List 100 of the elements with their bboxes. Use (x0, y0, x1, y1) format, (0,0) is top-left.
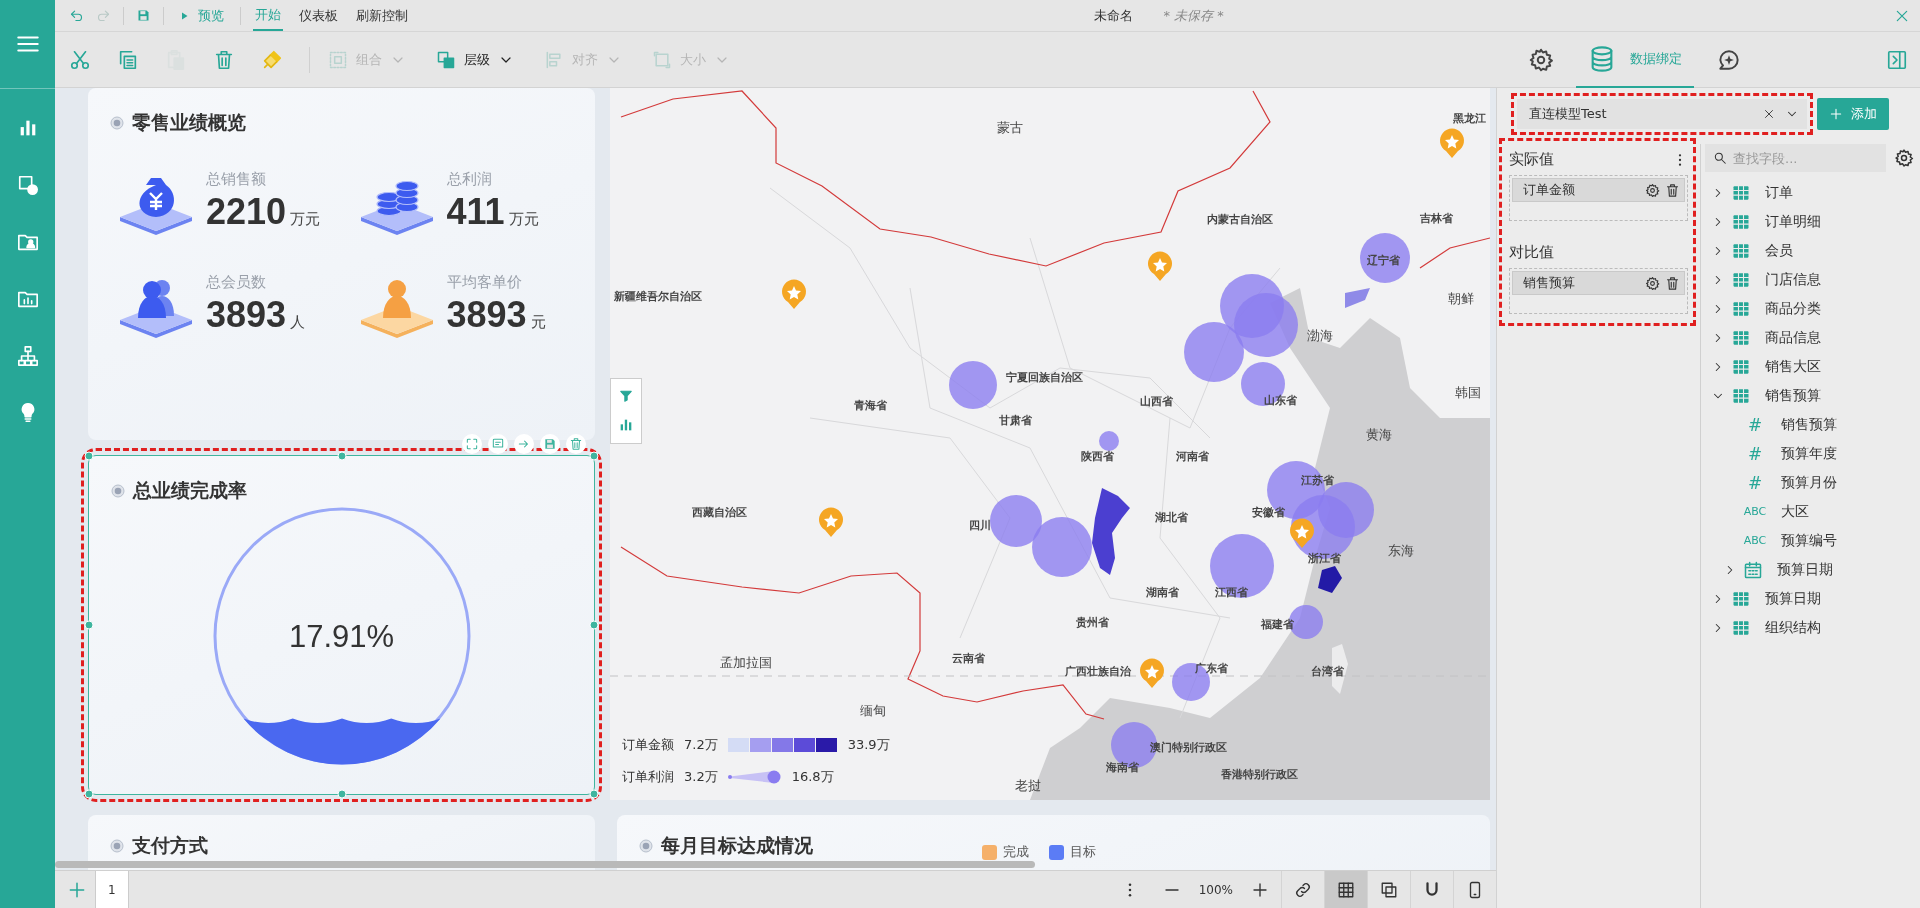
resize-handle[interactable] (589, 451, 599, 461)
comment-icon[interactable] (488, 434, 508, 454)
size-scale-drawing (727, 770, 782, 784)
tree-item[interactable]: ABC 预算编号 (1743, 531, 1837, 550)
zoom-in-icon[interactable] (1251, 880, 1269, 899)
scissors-icon[interactable] (69, 48, 91, 71)
save-icon[interactable] (136, 8, 151, 23)
align-icon (544, 49, 564, 70)
tab[interactable]: 仪表板 (297, 0, 340, 31)
tree-item[interactable]: ABC 大区 (1743, 502, 1809, 521)
star-pin-icon (1148, 251, 1172, 281)
kpi-label: 平均客单价 (446, 273, 523, 292)
tree-item[interactable]: 订单明细 (1731, 211, 1821, 232)
data-bubble (1184, 322, 1244, 382)
tree-item[interactable]: 门店信息 (1731, 269, 1821, 290)
map-label: 湖南省 (1146, 586, 1180, 601)
map-label: 缅甸 (859, 701, 886, 720)
map-label: 甘肃省 (998, 413, 1032, 428)
tree-item[interactable]: 预算日期 (1731, 588, 1821, 609)
hierarchy-icon[interactable] (16, 344, 39, 367)
plus-icon (1829, 107, 1843, 121)
map-label: 吉林省 (1420, 211, 1454, 226)
percentage-value: 17.91% (288, 619, 395, 655)
grid-button[interactable] (1324, 870, 1367, 908)
kpi-unit: 人 (290, 313, 306, 331)
kpi-value: 2210 (206, 191, 287, 232)
tree-item[interactable]: 会员 (1731, 240, 1793, 261)
type-label: # (1746, 414, 1764, 435)
star-pin-icon (1440, 128, 1464, 158)
card-title: 零售业绩概览 (132, 110, 246, 135)
legend-label: 订单利润 (622, 768, 674, 786)
tree-item[interactable]: 组织结构 (1731, 617, 1821, 638)
map-label: 宁夏回族自治区 (1006, 370, 1084, 385)
resize-handle[interactable] (84, 451, 94, 461)
zoom-level: 100% (1198, 882, 1233, 897)
map-label: 云南省 (952, 652, 986, 667)
map-label: 河南省 (1176, 450, 1210, 464)
kpi-unit: 万元 (290, 210, 321, 228)
card-title: 支付方式 (132, 833, 208, 858)
trash-icon[interactable] (566, 434, 586, 454)
resize-handle[interactable] (589, 620, 599, 630)
type-label: # (1746, 443, 1764, 464)
tree-item[interactable]: 商品分类 (1731, 298, 1821, 319)
kpi-label: 总会员数 (206, 273, 267, 292)
legend-max: 16.8万 (791, 768, 834, 786)
page-tab[interactable]: 1 (95, 870, 129, 908)
search-field[interactable]: 查找字段... (1705, 144, 1886, 172)
map-label: 新疆维吾尔自治区 (614, 290, 702, 305)
resize-handle[interactable] (337, 789, 346, 799)
data-bubble (949, 361, 997, 409)
filter-icon[interactable] (619, 389, 633, 403)
map-label: 蒙古 (997, 119, 1024, 138)
undo-icon[interactable] (69, 8, 84, 23)
bar-chart-icon[interactable] (618, 417, 634, 433)
tree-item[interactable]: # 预算月份 (1743, 472, 1837, 493)
clear-icon[interactable] (1763, 108, 1775, 120)
tree-item[interactable]: # 预算年度 (1743, 443, 1837, 464)
kpi-value: 3893 (446, 294, 527, 335)
settings-icon[interactable] (1645, 275, 1660, 291)
map-label: 香港特别行政区 (1220, 768, 1298, 782)
settings-icon[interactable] (1645, 182, 1660, 198)
tree-item[interactable]: 销售大区 (1731, 356, 1821, 377)
map-label: 老挝 (1014, 777, 1041, 796)
legend-label: 订单金额 (622, 736, 674, 754)
layers-dropdown[interactable]: 层级 (434, 45, 516, 74)
field-chip[interactable]: 订单金额 (1512, 178, 1685, 202)
expand-icon[interactable] (462, 434, 482, 454)
copy-icon[interactable] (117, 48, 139, 71)
save-icon[interactable] (540, 434, 560, 454)
search-icon (1713, 151, 1727, 165)
horizontal-scrollbar[interactable] (55, 861, 1035, 868)
data-bubble (1360, 233, 1410, 283)
layers-icon (436, 49, 456, 70)
tree-item[interactable]: 预算日期 (1743, 559, 1833, 580)
resize-handle[interactable] (84, 620, 94, 630)
star-pin-icon (1290, 518, 1314, 548)
trash-icon[interactable] (1665, 275, 1680, 291)
kpi-unit: 万元 (508, 210, 539, 228)
panel-toggle-icon[interactable] (1886, 48, 1908, 71)
map-label: 陕西省 (1080, 450, 1114, 464)
resize-handle[interactable] (84, 789, 94, 799)
data-bubble (1234, 293, 1298, 357)
bullet-icon (639, 839, 653, 853)
map-label: 青海省 (854, 399, 888, 414)
resize-handle[interactable] (337, 451, 346, 461)
legend-min: 3.2万 (684, 768, 718, 786)
map-label: 江苏省 (1301, 474, 1335, 489)
tree-item[interactable]: 订单 (1731, 182, 1793, 203)
tree-item[interactable]: # 销售预算 (1743, 414, 1837, 435)
resize-handle[interactable] (589, 789, 599, 799)
shapes-icon[interactable] (16, 173, 39, 196)
trash-icon[interactable] (1665, 182, 1680, 198)
island-shape (1332, 644, 1348, 694)
field-chip[interactable]: 销售预算 (1512, 271, 1685, 295)
tree-item[interactable]: 销售预算 (1731, 385, 1821, 406)
tree-item[interactable]: 商品信息 (1731, 327, 1821, 348)
tab[interactable]: 刷新控制 (354, 0, 410, 31)
map-label: 澳门特别行政区 (1149, 741, 1227, 755)
settings-icon[interactable] (1894, 148, 1914, 168)
map-label: 黄海 (1366, 426, 1392, 445)
